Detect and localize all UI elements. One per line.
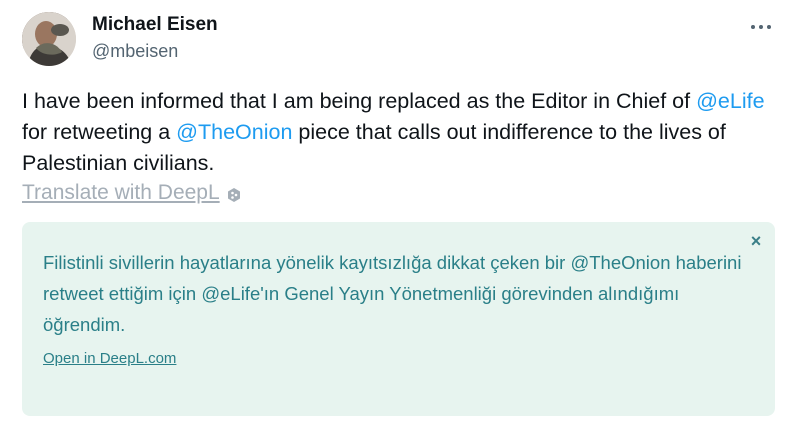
translate-with-deepl-link[interactable]: Translate with DeepL <box>22 181 242 205</box>
avatar[interactable] <box>22 12 76 66</box>
deepl-icon <box>226 185 242 202</box>
open-in-deepl-link[interactable]: Open in DeepL.com <box>43 350 176 367</box>
tweet-text: I have been informed that I am being rep… <box>22 86 772 179</box>
translate-label: Translate with DeepL <box>22 181 220 204</box>
tweet-header: Michael Eisen @mbeisen <box>22 12 780 68</box>
more-options-icon[interactable] <box>750 16 774 36</box>
mention-elife[interactable]: @eLife <box>696 89 764 113</box>
mention-theonion[interactable]: @TheOnion <box>176 120 292 144</box>
translation-panel: × Filistinli sivillerin hayatlarına yöne… <box>22 222 775 416</box>
author-name[interactable]: Michael Eisen <box>92 14 218 36</box>
tweet-text-part: I have been informed that I am being rep… <box>22 89 697 113</box>
author-handle[interactable]: @mbeisen <box>92 41 178 62</box>
tweet-text-part: for retweeting a <box>22 120 177 144</box>
translated-text: Filistinli sivillerin hayatlarına yöneli… <box>43 252 742 335</box>
